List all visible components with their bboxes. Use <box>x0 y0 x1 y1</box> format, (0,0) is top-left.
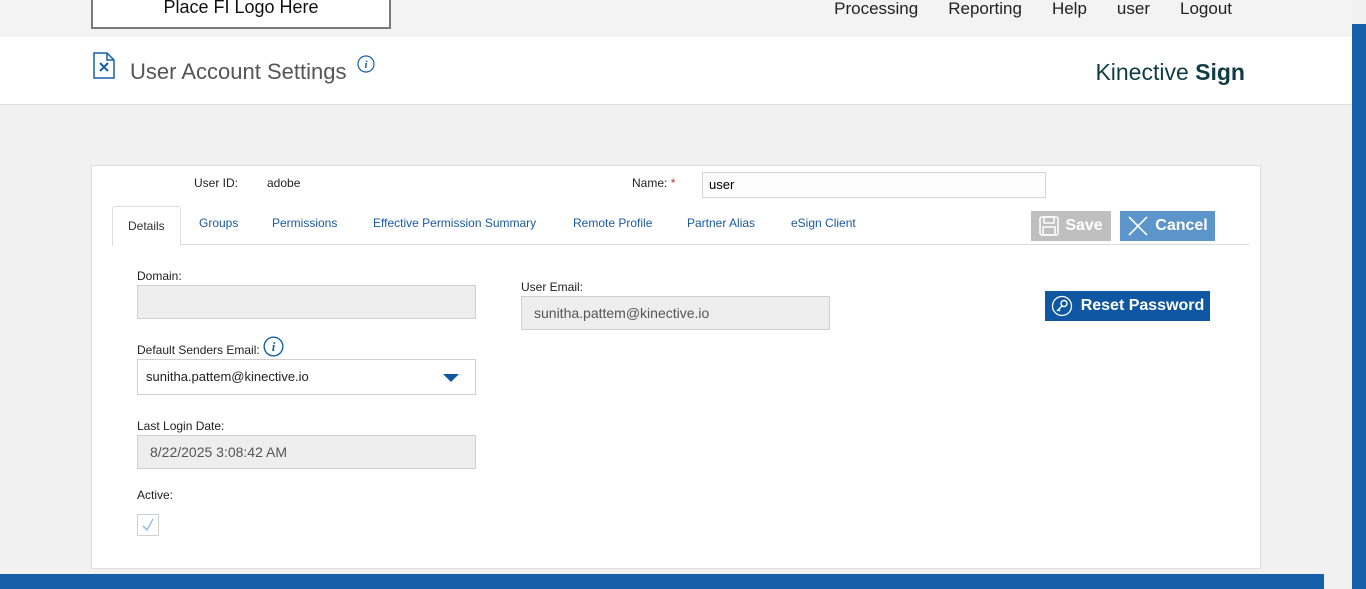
default-senders-email-value: sunitha.pattem@kinective.io <box>146 369 309 384</box>
user-email-label: User Email: <box>521 280 584 294</box>
checkmark-icon <box>142 518 154 532</box>
user-id-label: User ID: <box>194 176 239 190</box>
settings-document-icon <box>93 52 115 79</box>
default-senders-email-select[interactable]: sunitha.pattem@kinective.io <box>137 359 476 395</box>
default-senders-email-label: Default Senders Email: <box>137 343 260 357</box>
close-icon <box>1128 216 1148 236</box>
brand-logo: Kinective Sign <box>1095 59 1245 86</box>
footer-bar <box>0 574 1324 589</box>
tab-remote-profile[interactable]: Remote Profile <box>573 216 652 230</box>
tab-details[interactable]: Details <box>112 206 181 246</box>
domain-field[interactable] <box>137 285 476 319</box>
required-mark: * <box>670 176 676 190</box>
brand-bold: Sign <box>1195 59 1245 85</box>
save-button[interactable]: Save <box>1031 211 1111 241</box>
domain-label: Domain: <box>137 269 182 283</box>
top-nav: Processing Reporting Help user Logout <box>804 0 1232 18</box>
user-email-field: sunitha.pattem@kinective.io <box>521 296 830 330</box>
cancel-label: Cancel <box>1155 217 1208 234</box>
nav-processing[interactable]: Processing <box>834 0 918 18</box>
save-icon <box>1039 216 1060 236</box>
name-input[interactable] <box>702 172 1046 198</box>
info-icon[interactable]: i <box>357 55 375 73</box>
save-label: Save <box>1065 217 1103 234</box>
nav-logout[interactable]: Logout <box>1180 0 1232 18</box>
tab-partner-alias[interactable]: Partner Alias <box>687 216 755 230</box>
key-icon <box>1051 295 1072 317</box>
last-login-field: 8/22/2025 3:08:42 AM <box>137 435 476 469</box>
nav-reporting[interactable]: Reporting <box>948 0 1022 18</box>
name-label: Name: * <box>632 176 675 190</box>
brand-light: Kinective <box>1095 59 1189 85</box>
reset-password-button[interactable]: Reset Password <box>1045 291 1210 321</box>
chevron-down-icon <box>443 374 459 382</box>
user-id-value: adobe <box>267 176 301 190</box>
reset-password-label: Reset Password <box>1080 297 1205 314</box>
tab-esign-client[interactable]: eSign Client <box>791 216 856 230</box>
user-account-panel: User ID: adobe Name: * Details Groups Pe… <box>91 165 1261 569</box>
svg-text:i: i <box>272 340 276 354</box>
fi-logo-placeholder: Place FI Logo Here <box>91 0 391 29</box>
page-scrollbar[interactable] <box>1352 24 1366 589</box>
tab-effective-permission-summary[interactable]: Effective Permission Summary <box>373 216 536 230</box>
active-label: Active: <box>137 488 174 502</box>
nav-help[interactable]: Help <box>1052 0 1087 18</box>
last-login-label: Last Login Date: <box>137 419 225 433</box>
active-checkbox[interactable] <box>137 514 159 536</box>
nav-user[interactable]: user <box>1117 0 1150 18</box>
senders-email-info-icon[interactable]: i <box>263 336 284 357</box>
top-bar: Place FI Logo Here Processing Reporting … <box>0 0 1352 37</box>
page-header: User Account Settings i Kinective Sign <box>0 37 1352 105</box>
cancel-button[interactable]: Cancel <box>1120 211 1215 241</box>
tab-groups[interactable]: Groups <box>199 216 238 230</box>
name-label-text: Name: <box>632 176 668 190</box>
tab-permissions[interactable]: Permissions <box>272 216 337 230</box>
page-title: User Account Settings <box>130 59 347 84</box>
